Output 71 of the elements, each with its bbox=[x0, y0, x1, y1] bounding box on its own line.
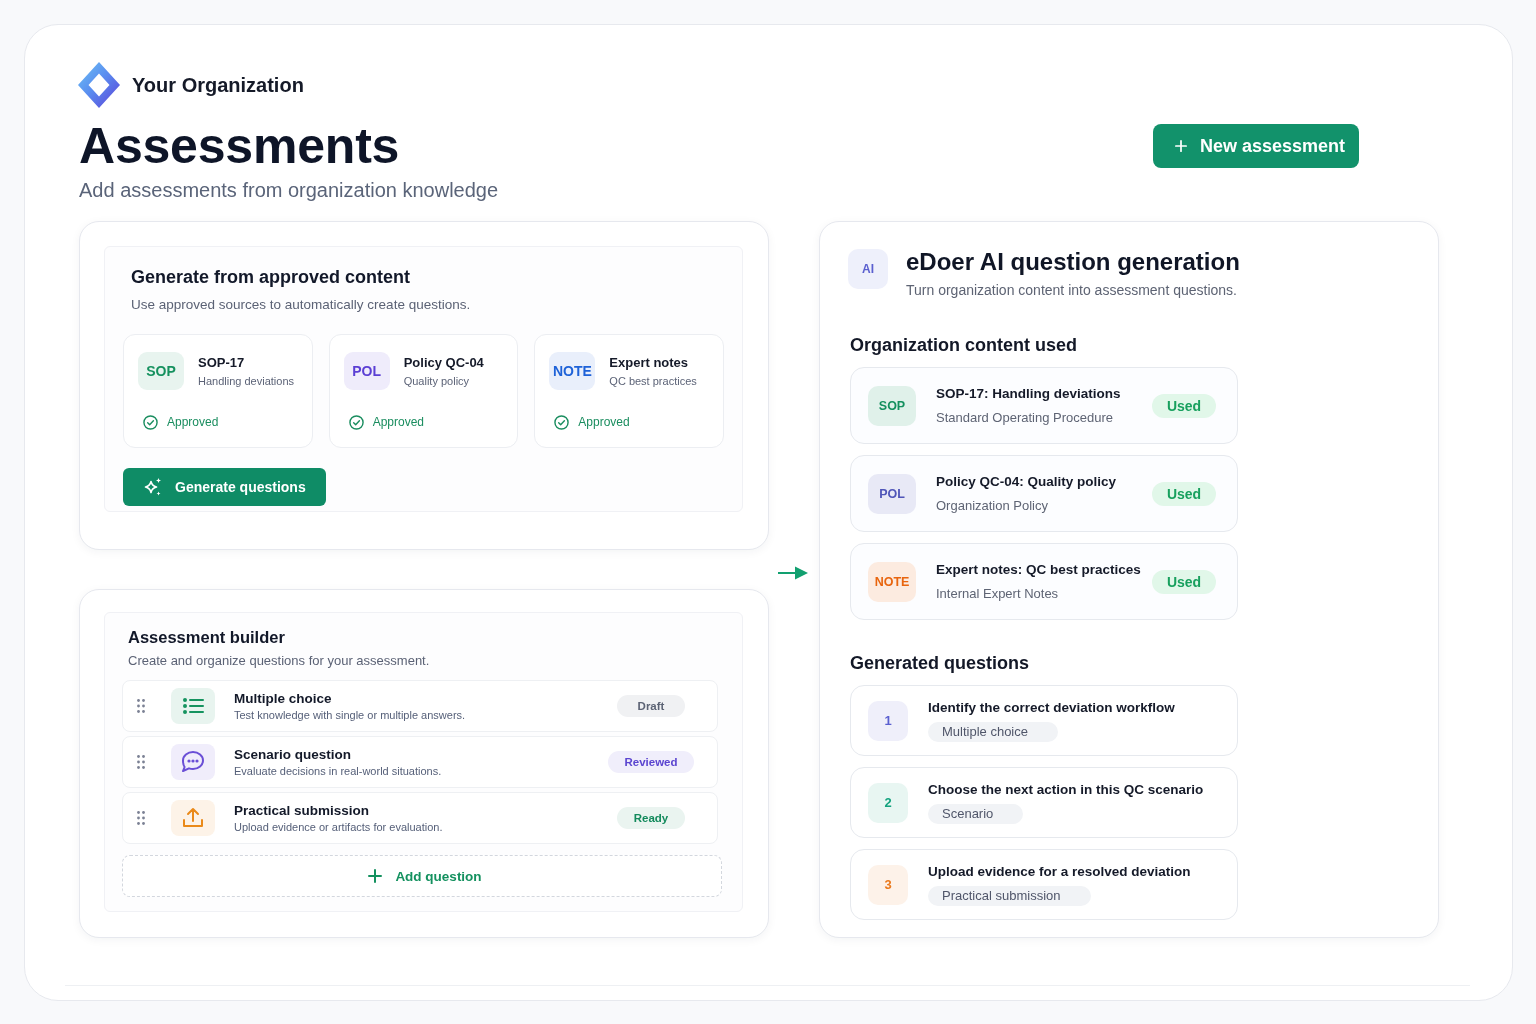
content-title: Policy QC-04: Quality policy bbox=[936, 473, 1117, 490]
source-subtitle: Quality policy bbox=[403, 373, 470, 389]
question-number: 3 bbox=[868, 864, 908, 905]
check-circle-icon bbox=[143, 414, 158, 430]
section-title: Generate from approved content bbox=[131, 266, 411, 289]
generate-questions-button[interactable]: Generate questions bbox=[123, 468, 326, 506]
ai-tag: AI bbox=[848, 249, 888, 289]
check-circle-icon bbox=[348, 414, 364, 430]
add-question-button[interactable]: Add question bbox=[122, 855, 722, 897]
used-pill: Used bbox=[1152, 569, 1216, 594]
content-subtitle: Organization Policy bbox=[936, 497, 1048, 514]
page-title: Assessments bbox=[79, 118, 400, 174]
drag-handle-icon[interactable] bbox=[137, 699, 145, 713]
page-subtitle: Add assessments from organization knowledge bbox=[79, 178, 499, 202]
drag-handle-icon[interactable] bbox=[137, 811, 145, 825]
question-type-pill: Scenario bbox=[928, 804, 1024, 824]
approval-status: Approved bbox=[372, 414, 425, 430]
section-title: Assessment builder bbox=[128, 627, 285, 648]
question-text: Identify the correct deviation workflow bbox=[928, 699, 1175, 716]
status-pill: Reviewed bbox=[608, 751, 694, 773]
source-tag: NOTE bbox=[549, 352, 596, 390]
status-pill: Draft bbox=[617, 695, 685, 717]
source-tag: POL bbox=[343, 352, 390, 390]
source-tag: SOP bbox=[138, 352, 184, 390]
content-type-tag: NOTE bbox=[868, 561, 916, 602]
question-type-description: Test knowledge with single or multiple answers. bbox=[234, 708, 466, 722]
question-type-description: Upload evidence or artifacts for evaluation. bbox=[234, 820, 443, 834]
approval-status: Approved bbox=[578, 414, 630, 430]
question-type-title: Scenario question bbox=[234, 746, 352, 763]
plus-icon bbox=[368, 869, 383, 883]
question-text: Choose the next action in this QC scenario bbox=[928, 781, 1204, 798]
question-number: 2 bbox=[868, 782, 908, 823]
drag-handle-icon[interactable] bbox=[137, 755, 145, 769]
check-circle-icon bbox=[554, 414, 570, 430]
content-type-tag: SOP bbox=[868, 385, 916, 426]
question-number: 1 bbox=[868, 700, 908, 741]
panel-subtitle: Turn organization content into assessment questions. bbox=[906, 281, 1237, 299]
chat-bubble-icon bbox=[171, 744, 215, 780]
section-heading: Organization content used bbox=[850, 334, 1077, 357]
section-description: Use approved sources to automatically create questions. bbox=[131, 296, 471, 314]
question-text: Upload evidence for a resolved deviation bbox=[928, 863, 1191, 880]
new-assessment-button[interactable]: New assessment bbox=[1153, 124, 1359, 168]
question-type-pill: Practical submission bbox=[928, 886, 1091, 906]
content-subtitle: Standard Operating Procedure bbox=[936, 409, 1114, 426]
source-title: Expert notes bbox=[609, 353, 689, 371]
source-title: Policy QC-04 bbox=[403, 353, 484, 371]
list-icon bbox=[171, 688, 215, 724]
used-pill: Used bbox=[1152, 393, 1216, 418]
content-type-tag: POL bbox=[868, 473, 916, 514]
arrow-right-icon bbox=[778, 565, 808, 580]
source-subtitle: QC best practices bbox=[609, 373, 697, 389]
panel-title: eDoer AI question generation bbox=[906, 247, 1240, 277]
section-description: Create and organize questions for your assessment. bbox=[128, 652, 430, 670]
logo-icon bbox=[78, 62, 120, 108]
question-type-title: Multiple choice bbox=[234, 690, 332, 707]
question-type-description: Evaluate decisions in real-world situations. bbox=[234, 764, 442, 778]
question-type-title: Practical submission bbox=[234, 802, 370, 819]
sparkle-icon bbox=[143, 477, 163, 497]
used-pill: Used bbox=[1152, 481, 1216, 506]
section-heading: Generated questions bbox=[850, 652, 1030, 675]
status-pill: Ready bbox=[617, 807, 685, 829]
question-type-pill: Multiple choice bbox=[928, 722, 1058, 742]
content-title: Expert notes: QC best practices bbox=[936, 561, 1141, 578]
source-subtitle: Handling deviations bbox=[198, 373, 294, 389]
upload-icon bbox=[171, 800, 215, 836]
content-subtitle: Internal Expert Notes bbox=[936, 585, 1059, 602]
approval-status: Approved bbox=[167, 414, 219, 430]
plus-icon bbox=[1175, 140, 1187, 152]
organization-name: Your Organization bbox=[132, 73, 304, 97]
source-title: SOP-17 bbox=[198, 353, 245, 371]
content-title: SOP-17: Handling deviations bbox=[936, 385, 1121, 402]
